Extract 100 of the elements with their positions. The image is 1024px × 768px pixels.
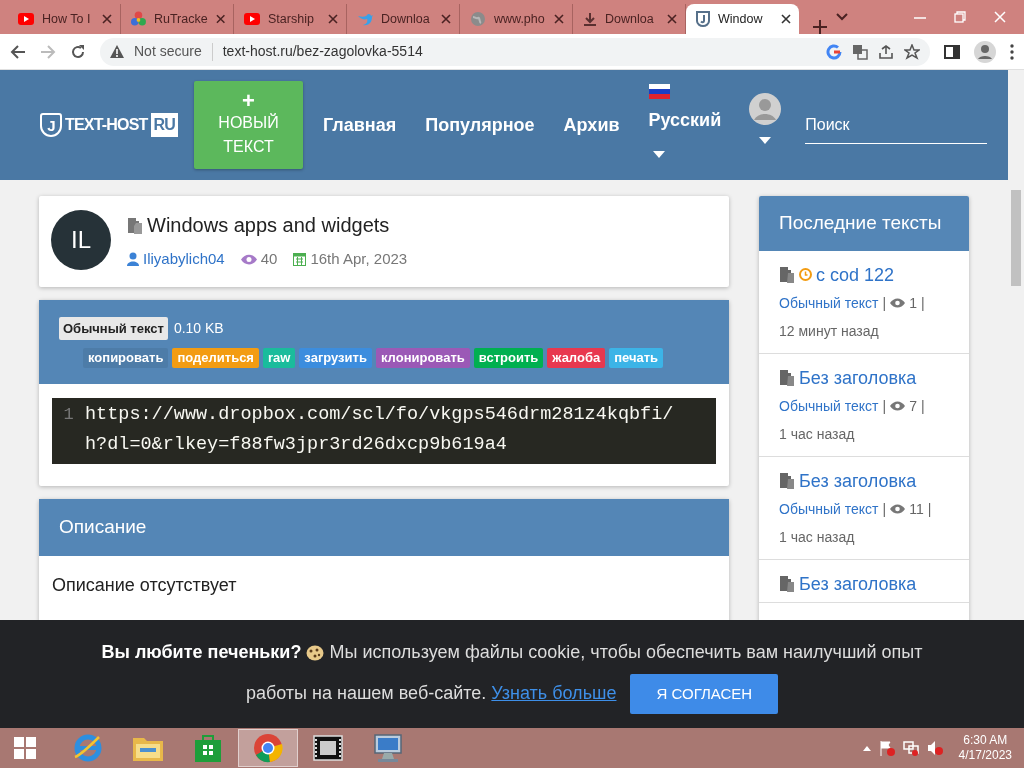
file-icon: [779, 575, 795, 592]
user-avatar-icon[interactable]: [749, 92, 782, 125]
sidebar-heading: Последние тексты: [759, 196, 969, 251]
tray-arrow-icon[interactable]: [862, 745, 871, 751]
store-icon: [194, 733, 222, 763]
action-button[interactable]: загрузить: [299, 348, 372, 368]
syntax-link[interactable]: Обычный текст: [779, 494, 879, 523]
eye-icon: [890, 400, 906, 411]
language-link[interactable]: Русский: [648, 107, 722, 134]
paste-link[interactable]: Без заголовка: [799, 367, 917, 388]
clock[interactable]: 6:30 AM 4/17/2023: [958, 733, 1012, 763]
side-panel-icon[interactable]: [944, 43, 960, 60]
search-field[interactable]: Поиск: [805, 106, 988, 144]
description-text: Описание отсутствует: [51, 573, 238, 597]
learn-more-link[interactable]: Узнать больше: [491, 683, 617, 703]
remote-desktop-icon: [372, 733, 404, 763]
paste-link[interactable]: Без заголовка: [799, 573, 917, 594]
translate-icon[interactable]: [852, 43, 868, 60]
view-count: 11: [909, 499, 924, 519]
flower-icon: [131, 11, 146, 27]
paste-time: 1 час назад: [779, 527, 856, 547]
calendar-icon: [293, 252, 307, 267]
syntax-link[interactable]: Обычный текст: [779, 288, 879, 317]
nav-link[interactable]: Архив: [563, 111, 620, 139]
new-text-button[interactable]: + НОВЫЙ ТЕКСТ: [194, 81, 303, 169]
url-text: text-host.ru/bez-zagolovka-5514: [222, 42, 424, 61]
file-icon: [127, 216, 143, 234]
eye-icon: [890, 503, 906, 514]
film-icon: [313, 735, 343, 761]
share-icon[interactable]: [878, 43, 894, 60]
search-engine-icon[interactable]: [826, 43, 842, 60]
separator: |: [927, 499, 932, 519]
paste-link[interactable]: c cod 122: [816, 264, 895, 285]
separator: |: [882, 396, 887, 416]
eye-icon: [240, 253, 257, 265]
syntax-badge: Обычный текст: [59, 316, 168, 340]
action-button[interactable]: жалоба: [547, 348, 606, 368]
file-icon: [779, 472, 795, 489]
section-heading: Описание: [39, 499, 729, 556]
reload-icon[interactable]: [70, 43, 86, 60]
action-button[interactable]: клонировать: [375, 348, 470, 368]
profile-icon[interactable]: [974, 40, 996, 63]
address-bar[interactable]: Not secure text-host.ru/bez-zagolovka-5514: [100, 37, 930, 66]
play-icon: [18, 13, 34, 25]
caret-icon[interactable]: [759, 136, 772, 144]
network-icon[interactable]: [902, 740, 919, 756]
windows-icon: [14, 737, 36, 759]
browser-tab[interactable]: Window: [686, 4, 799, 34]
security-label: Not secure: [134, 42, 202, 61]
star-icon[interactable]: [904, 43, 920, 60]
warning-icon: [110, 45, 124, 58]
file-size: 0.10 KB: [173, 318, 224, 338]
nav-link[interactable]: Главная: [323, 111, 397, 139]
download-icon: [583, 12, 597, 26]
line-number: 1: [62, 404, 75, 426]
paste-title: Windows apps and widgets: [147, 213, 390, 238]
cookie-question: Вы любите печеньки?: [101, 642, 302, 662]
action-button[interactable]: печать: [609, 348, 664, 368]
action-button[interactable]: встроить: [473, 348, 544, 368]
cookie-text: работы на нашем веб-сайте.: [245, 683, 487, 703]
menu-icon[interactable]: [1010, 43, 1014, 60]
flag-alert-icon[interactable]: [878, 740, 895, 756]
flag-icon: [648, 84, 670, 99]
code-line: https://www.dropbox.com/scl/fo/vkgps546drm281z4kqbfi/h?dl=0&rlkey=f88fw3jpr3rd26dxcp9b619a4: [85, 403, 675, 457]
paste-time: 1 час назад: [779, 424, 856, 444]
forward-icon: [40, 43, 56, 60]
scrollbar-thumb[interactable]: [1011, 190, 1021, 286]
back-icon[interactable]: [10, 43, 26, 60]
muted-speaker-icon[interactable]: [926, 740, 943, 756]
separator: |: [882, 293, 887, 313]
close-icon[interactable]: [781, 14, 791, 24]
nav-link[interactable]: Популярное: [425, 111, 535, 139]
action-button[interactable]: копировать: [83, 348, 169, 368]
syntax-link[interactable]: Обычный текст: [779, 391, 879, 420]
file-icon: [779, 266, 795, 283]
shield-icon: [696, 11, 710, 27]
restore-icon[interactable]: [954, 11, 966, 23]
accept-button[interactable]: Я СОГЛАСЕН: [630, 674, 779, 715]
new-tab-icon[interactable]: [813, 20, 827, 34]
eye-icon: [890, 297, 906, 308]
paste-time: 12 минут назад: [779, 321, 880, 341]
bird-icon: [357, 12, 373, 26]
browser-icon: [73, 733, 103, 763]
separator: |: [920, 396, 925, 416]
view-count: 7: [909, 396, 917, 416]
cookie-icon: [306, 645, 325, 662]
action-button[interactable]: raw: [262, 348, 296, 368]
caret-icon[interactable]: [652, 151, 665, 159]
paste-link[interactable]: Без заголовка: [799, 470, 917, 491]
author-avatar: IL: [51, 210, 111, 271]
separator: |: [920, 293, 925, 313]
globe-icon: [470, 11, 486, 27]
chrome-icon: [253, 733, 283, 763]
user-icon: [127, 252, 139, 267]
play-icon: [244, 13, 260, 25]
site-logo[interactable]: J TEXT-HOST RU: [40, 113, 194, 137]
tab-search-icon[interactable]: [836, 13, 848, 21]
separator: |: [882, 499, 887, 519]
author-link[interactable]: Iliyabylich04: [143, 248, 225, 271]
cookie-text: Мы используем файлы cookie, чтобы обеспечить вам наилучший опыт: [329, 642, 923, 662]
